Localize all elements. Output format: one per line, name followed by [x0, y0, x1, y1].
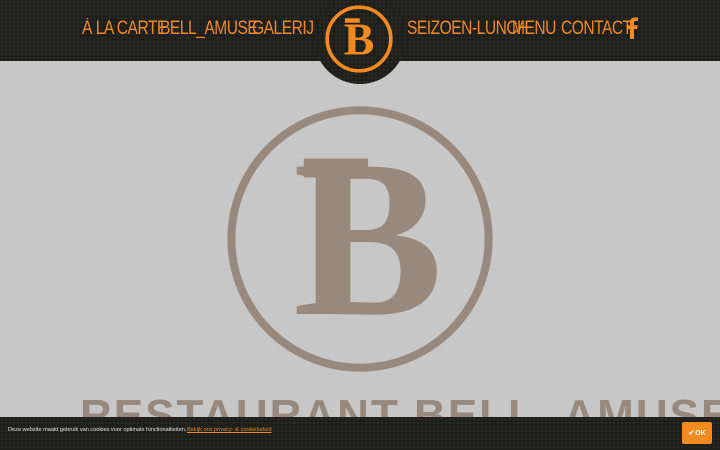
hero-section: B RESTAURANT BELL_AMUSE: [0, 61, 720, 417]
nav-menu[interactable]: MENU: [512, 17, 556, 41]
nav-seizoen-lunch[interactable]: SEIZOEN-LUNCH: [407, 17, 528, 41]
facebook-icon[interactable]: [625, 17, 639, 39]
cookie-ok-label: OK: [695, 429, 706, 437]
check-icon: ✔: [688, 429, 695, 437]
hero-logo-letter: B: [293, 113, 443, 363]
hero-logo: B: [227, 106, 493, 372]
cookie-bar: Deze website maakt gebruik van cookies v…: [0, 417, 720, 450]
cookie-policy-link[interactable]: Bekijk ons privacy- & cookiebeleid: [187, 427, 272, 433]
hero-title: RESTAURANT BELL_AMUSE: [80, 391, 720, 417]
cookie-ok-button[interactable]: ✔ OK: [682, 422, 712, 444]
nav-contact[interactable]: CONTACT: [561, 17, 632, 41]
header-logo[interactable]: B: [322, 2, 396, 76]
cookie-text: Deze website maakt gebruik van cookies v…: [8, 427, 187, 433]
nav-galerij[interactable]: GALERIJ: [252, 17, 314, 41]
nav-a-la-carte[interactable]: À LA CARTE: [82, 17, 167, 41]
nav-bell-amuse[interactable]: BELL_AMUSE: [160, 17, 258, 41]
